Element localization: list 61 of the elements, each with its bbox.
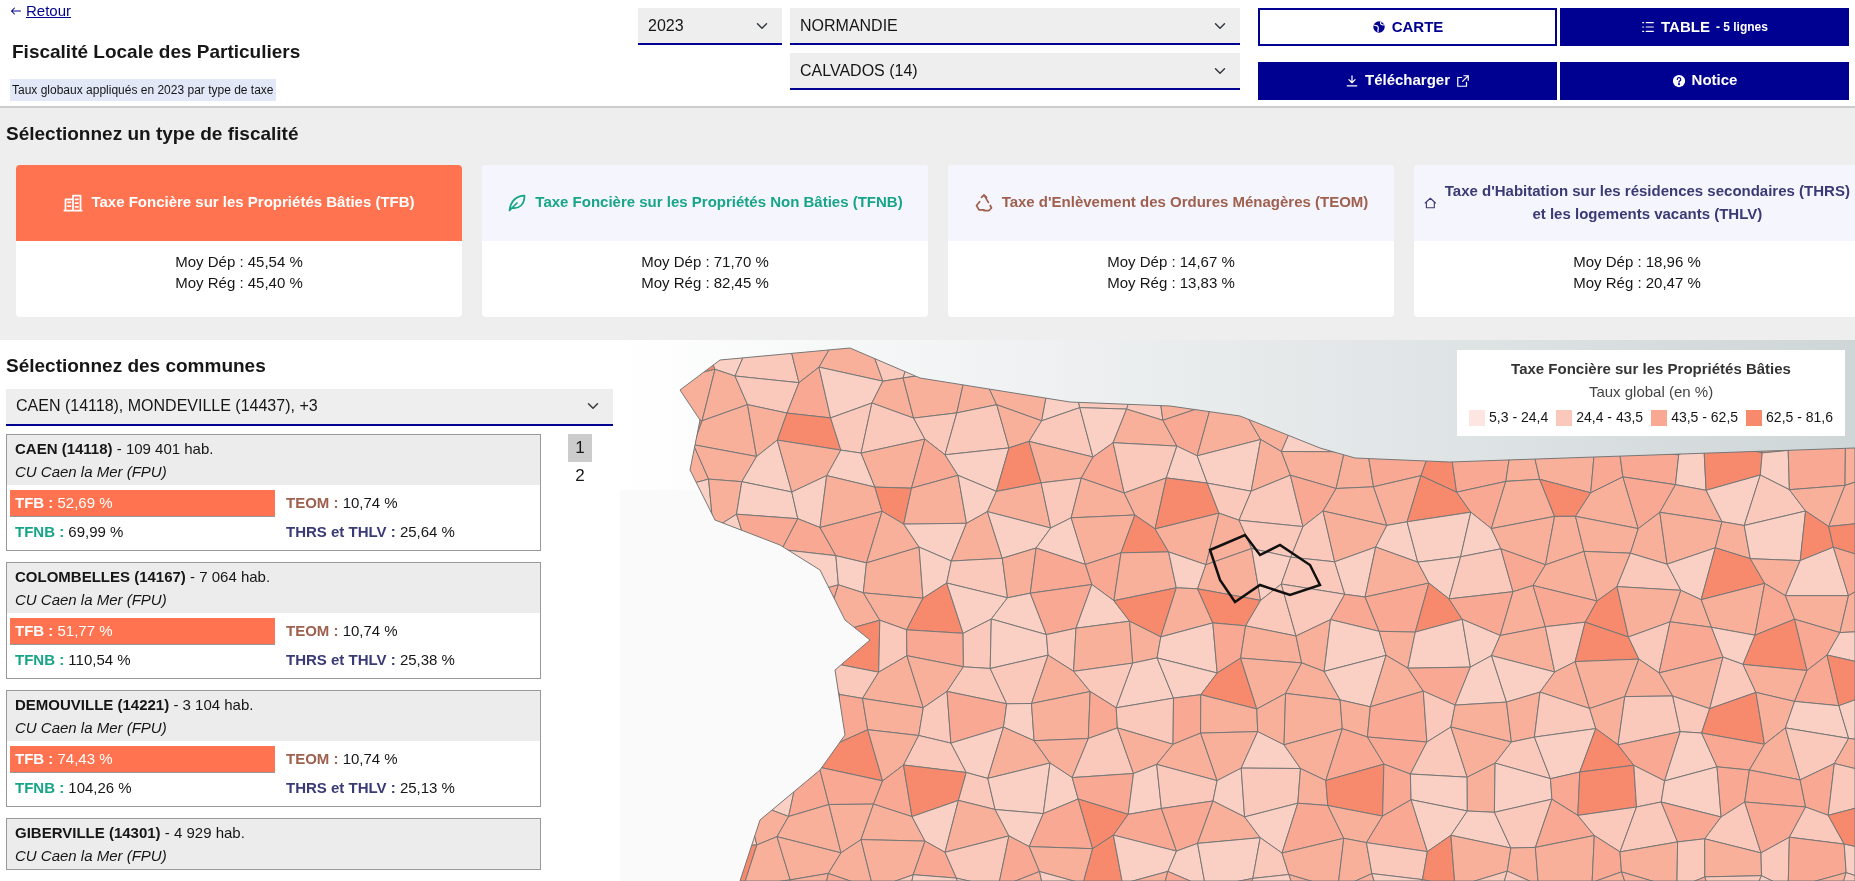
section-heading: Sélectionnez des communes xyxy=(6,354,267,378)
tax-type-card[interactable]: Taxe d'Habitation sur les résidences secondaires (THRS) et les logements vacants (THLV) Moy Dép : 18,96 % Moy Rég : 20,47 % xyxy=(1414,164,1855,317)
tax-rate: TFB : 52,69 % xyxy=(10,489,275,517)
commune-population: - 3 104 hab. xyxy=(173,695,254,713)
communes-select[interactable]: CAEN (14118), MONDEVILLE (14437), +3 xyxy=(6,388,613,426)
tax-rate: TFNB : 104,26 % xyxy=(14,778,133,798)
page-title: Fiscalité Locale des Particuliers xyxy=(12,39,302,64)
region-average: Moy Rég : 20,47 % xyxy=(1572,273,1702,294)
department-average: Moy Dép : 18,96 % xyxy=(1572,251,1702,272)
map-view-tab[interactable]: CARTE xyxy=(1258,8,1557,46)
tax-rate: THRS et THLV : 25,13 % xyxy=(285,778,456,798)
notice-button[interactable]: Notice xyxy=(1560,61,1849,100)
page-link[interactable]: 1 xyxy=(568,433,592,462)
legend-label: 62,5 - 81,6 xyxy=(1766,408,1833,427)
tax-rate: TFB : 74,43 % xyxy=(10,745,275,773)
commune-population: - 4 929 hab. xyxy=(164,823,245,841)
section-heading: Sélectionnez un type de fiscalité xyxy=(6,122,300,146)
department-average: Moy Dép : 14,67 % xyxy=(1106,251,1236,272)
commune-epci: CU Caen la Mer (FPU) xyxy=(15,846,168,866)
commune-epci: CU Caen la Mer (FPU) xyxy=(15,718,168,738)
tax-type-card[interactable]: Taxe Foncière sur les Propriétés Bâties (TFB) Moy Dép : 45,54 % Moy Rég : 45,40 % xyxy=(16,164,462,317)
legend-label: 5,3 - 24,4 xyxy=(1489,408,1549,427)
tax-rate: TEOM : 10,74 % xyxy=(285,620,399,641)
commune-name: DEMOUVILLE (14221) xyxy=(15,695,170,713)
commune-name: CAEN (14118) xyxy=(15,439,113,457)
tax-type-card[interactable]: Taxe Foncière sur les Propriétés Non Bâties (TFNB) Moy Dép : 71,70 % Moy Rég : 82,45 % xyxy=(482,164,928,317)
department-average: Moy Dép : 45,54 % xyxy=(174,251,304,272)
commune-epci: CU Caen la Mer (FPU) xyxy=(15,462,168,482)
region-select[interactable]: NORMANDIE xyxy=(790,8,1240,45)
department-average: Moy Dép : 71,70 % xyxy=(640,251,770,272)
tax-type-title: Taxe Foncière sur les Propriétés Non Bâties (TFNB) xyxy=(535,192,903,213)
tax-rate: TFB : 51,77 % xyxy=(10,617,275,645)
legend-subtitle: Taux global (en %) xyxy=(1587,381,1715,402)
department-select[interactable]: CALVADOS (14) xyxy=(790,53,1240,90)
region-average: Moy Rég : 13,83 % xyxy=(1106,273,1236,294)
download-button[interactable]: Télécharger xyxy=(1258,61,1557,100)
legend-label: 43,5 - 62,5 xyxy=(1671,408,1739,427)
legend-title: Taxe Foncière sur les Propriétés Bâties xyxy=(1510,359,1792,379)
year-select[interactable]: 2023 xyxy=(638,8,782,45)
back-link[interactable]: Retour xyxy=(10,0,72,23)
commune-population: - 109 401 hab. xyxy=(116,439,214,457)
tax-rate: TEOM : 10,74 % xyxy=(285,748,399,769)
tax-type-title: Taxe d'Enlèvement des Ordures Ménagères (TEOM) xyxy=(1001,192,1369,213)
tax-rate: THRS et THLV : 25,64 % xyxy=(285,522,456,542)
page-link[interactable]: 2 xyxy=(568,461,592,490)
tax-rate: THRS et THLV : 25,38 % xyxy=(285,650,456,670)
tax-type-card[interactable]: Taxe d'Enlèvement des Ordures Ménagères (TEOM) Moy Dép : 14,67 % Moy Rég : 13,83 % xyxy=(948,164,1394,317)
commune-name: GIBERVILLE (14301) xyxy=(15,823,161,841)
region-average: Moy Rég : 45,40 % xyxy=(174,273,304,294)
region-average: Moy Rég : 82,45 % xyxy=(640,273,770,294)
commune-population: - 7 064 hab. xyxy=(190,567,271,585)
tax-type-title: Taxe Foncière sur les Propriétés Bâties (TFB) xyxy=(91,192,415,213)
table-view-tab[interactable]: TABLE - 5 lignes xyxy=(1560,8,1849,46)
commune-epci: CU Caen la Mer (FPU) xyxy=(15,590,168,610)
commune-name: COLOMBELLES (14167) xyxy=(15,567,186,585)
tax-type-title: Taxe d'Habitation sur les résidences secondaires (THRS) et les logements vacants (THLV) xyxy=(1444,181,1850,224)
page-subtitle: Taux globaux appliqués en 2023 par type de taxe xyxy=(10,79,276,102)
tax-rate: TFNB : 69,99 % xyxy=(14,522,125,542)
tax-rate: TFNB : 110,54 % xyxy=(14,650,132,670)
legend-label: 24,4 - 43,5 xyxy=(1576,408,1644,427)
tax-rate: TEOM : 10,74 % xyxy=(285,492,399,513)
